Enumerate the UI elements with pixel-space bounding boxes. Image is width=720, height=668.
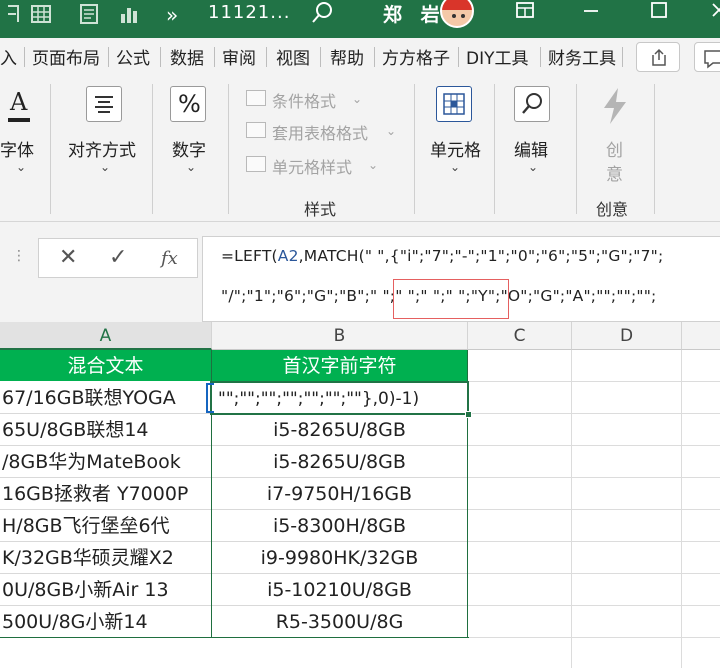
tab-formulas[interactable]: 公式 — [116, 44, 150, 69]
more-commands-icon[interactable]: » — [166, 2, 178, 28]
user-name: 郑 岩 — [383, 4, 446, 26]
font-color-icon: A — [0, 88, 34, 124]
chevron-down-icon: ⌄ — [186, 160, 197, 174]
minimize-icon[interactable] — [576, 0, 606, 28]
formula-bar: ⋮ ✕ ✓ fx =LEFT(A2,MATCH(" ",{"i";"7";"-"… — [0, 222, 720, 322]
share-button[interactable] — [636, 42, 680, 72]
font-label: 字体 — [0, 141, 34, 161]
conditional-format-button[interactable]: 条件格式 — [272, 88, 336, 112]
search-icon[interactable] — [310, 0, 336, 26]
cancel-button[interactable]: ✕ — [59, 245, 77, 270]
chevron-down-icon: ⌄ — [100, 160, 111, 174]
chevron-down-icon: ⌄ — [16, 160, 27, 174]
cell-ref: A2 — [277, 247, 299, 265]
tab-review[interactable]: 审阅 — [222, 44, 256, 69]
enter-button[interactable]: ✓ — [109, 245, 127, 270]
file-name: 11121... — [208, 2, 291, 23]
range-anchor — [206, 383, 214, 413]
column-header-c[interactable]: C — [468, 322, 572, 350]
chevron-down-icon: ⌄ — [450, 160, 461, 174]
formula-input[interactable]: =LEFT(A2,MATCH(" ",{"i";"7";"-";"1";"0";… — [202, 236, 720, 322]
styles-group-label: 样式 — [304, 200, 337, 219]
undo-icon[interactable] — [4, 2, 24, 28]
cell-styles-button[interactable]: 单元格样式 — [272, 154, 352, 178]
search-icon — [514, 86, 550, 122]
fill-handle[interactable] — [465, 411, 472, 418]
close-icon[interactable] — [704, 0, 720, 28]
formula-buttons: ✕ ✓ fx — [38, 238, 198, 278]
chevron-down-icon: ⌄ — [352, 92, 363, 106]
table-format-icon — [246, 122, 266, 138]
tab-data[interactable]: 数据 — [170, 44, 204, 69]
cells-icon — [436, 86, 472, 122]
drag-handle[interactable]: ⋮ — [12, 248, 26, 264]
tab-insert[interactable]: 入 — [0, 44, 17, 69]
insert-function-button[interactable]: fx — [161, 248, 178, 269]
tab-view[interactable]: 视图 — [276, 44, 310, 69]
create-group-label: 创意 — [596, 200, 629, 219]
title-bar: » 11121... 郑 岩 — [0, 0, 720, 38]
column-header-d[interactable]: D — [572, 322, 682, 350]
grid-icon[interactable] — [30, 2, 52, 28]
chart-icon[interactable] — [118, 2, 140, 28]
chevron-down-icon: ⌄ — [368, 158, 379, 172]
create-label-1: 创 — [606, 141, 623, 161]
edit-label: 编辑 — [514, 141, 548, 161]
column-header-b[interactable]: B — [212, 322, 468, 350]
active-cell-b2[interactable]: "";"";"";"";"";"";""},0)-1) — [210, 381, 472, 418]
ribbon-tabs: 入 页面布局 公式 数据 审阅 视图 帮助 方方格子 DIY工具 财务工具 — [0, 38, 720, 76]
tab-help[interactable]: 帮助 — [330, 44, 364, 69]
cells-label: 单元格 — [430, 141, 481, 161]
cell-b2-edit-text: "";"";"";"";"";"";""},0)-1) — [218, 389, 420, 409]
comments-button[interactable] — [694, 42, 720, 72]
ribbon-display-icon[interactable] — [510, 0, 540, 28]
highlight-box — [393, 279, 509, 319]
tab-finance-tools[interactable]: 财务工具 — [548, 44, 616, 69]
tab-diy-tools[interactable]: DIY工具 — [466, 44, 529, 69]
format-as-table-button[interactable]: 套用表格格式 — [272, 120, 368, 144]
chevron-down-icon: ⌄ — [528, 160, 539, 174]
create-label-2: 意 — [606, 165, 623, 185]
column-header-a[interactable]: A — [0, 322, 212, 350]
percent-icon: % — [170, 86, 206, 122]
tab-page-layout[interactable]: 页面布局 — [32, 44, 100, 69]
column-header-e[interactable] — [682, 322, 720, 350]
number-label: 数字 — [172, 141, 206, 161]
cell-style-icon — [246, 156, 266, 172]
align-icon — [86, 86, 122, 122]
ribbon: A 字体 ⌄ 对齐方式 ⌄ % 数字 ⌄ 条件格式 ⌄ 套用表格格式 ⌄ 单元格… — [0, 76, 720, 222]
tab-fangfang[interactable]: 方方格子 — [382, 44, 450, 69]
lightning-icon — [598, 86, 632, 126]
conditional-format-icon — [246, 90, 266, 106]
chevron-down-icon: ⌄ — [386, 124, 397, 138]
alignment-label: 对齐方式 — [68, 141, 136, 161]
formula-line-1: =LEFT(A2,MATCH(" ",{"i";"7";"-";"1";"0";… — [221, 247, 664, 265]
maximize-icon[interactable] — [644, 0, 674, 28]
avatar[interactable] — [440, 0, 474, 28]
form-icon[interactable] — [78, 2, 100, 28]
